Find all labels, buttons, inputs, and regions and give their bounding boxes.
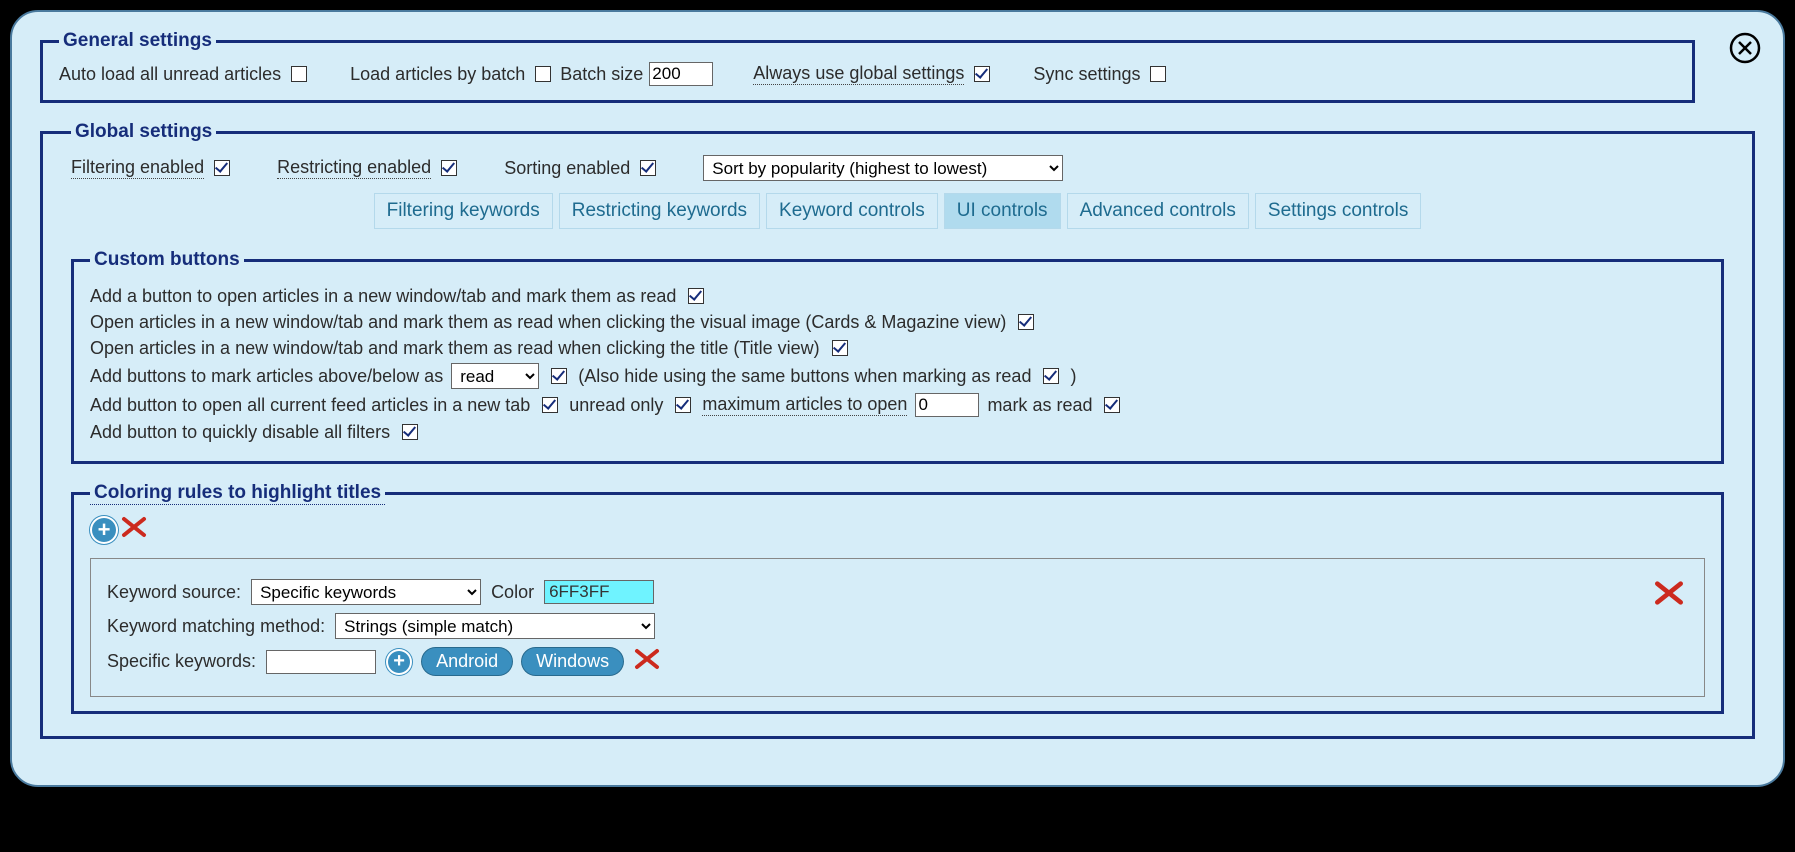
sync-settings-checkbox[interactable]: [1150, 66, 1166, 82]
x-icon: [120, 515, 148, 539]
settings-panel: General settings Auto load all unread ar…: [10, 10, 1785, 787]
coloring-rules-legend: Coloring rules to highlight titles: [90, 482, 385, 505]
always-global-label: Always use global settings: [753, 63, 964, 85]
tab-ui-controls[interactable]: UI controls: [944, 193, 1061, 229]
specific-keywords-input[interactable]: [266, 650, 376, 674]
coloring-rule: Keyword source: Specific keywords Color …: [90, 558, 1705, 697]
cb-open-all-label: Add button to open all current feed arti…: [90, 395, 530, 416]
cb-open-new-tab-label: Add a button to open articles in a new w…: [90, 286, 676, 307]
cb-also-hide-label: (Also hide using the same buttons when m…: [578, 366, 1031, 387]
sort-select[interactable]: Sort by popularity (highest to lowest): [703, 155, 1063, 181]
cb-open-all-checkbox[interactable]: [542, 397, 558, 413]
sync-settings-label: Sync settings: [1033, 64, 1140, 85]
cb-mark-as-read-label: mark as read: [987, 395, 1092, 416]
cb-visual-click-checkbox[interactable]: [1018, 314, 1034, 330]
color-label: Color: [491, 582, 534, 603]
keyword-pill[interactable]: Android: [422, 648, 512, 675]
keyword-source-select[interactable]: Specific keywords: [251, 579, 481, 605]
auto-load-label: Auto load all unread articles: [59, 64, 281, 85]
keyword-source-label: Keyword source:: [107, 582, 241, 603]
plus-icon: +: [98, 517, 111, 543]
cb-also-hide-checkbox[interactable]: [1043, 368, 1059, 384]
cb-disable-filters-label: Add button to quickly disable all filter…: [90, 422, 390, 443]
plus-icon: +: [393, 650, 405, 673]
cb-unread-only-label: unread only: [569, 395, 663, 416]
cb-title-click-label: Open articles in a new window/tab and ma…: [90, 338, 820, 359]
cb-visual-click-label: Open articles in a new window/tab and ma…: [90, 312, 1006, 333]
color-input[interactable]: [544, 580, 654, 604]
delete-rule-button[interactable]: [1652, 579, 1686, 612]
coloring-rules-fieldset: Coloring rules to highlight titles +: [71, 482, 1724, 714]
restricting-enabled-checkbox[interactable]: [441, 160, 457, 176]
general-settings-fieldset: General settings Auto load all unread ar…: [40, 30, 1695, 103]
custom-buttons-legend: Custom buttons: [90, 249, 244, 271]
cb-mark-as-read-checkbox[interactable]: [1104, 397, 1120, 413]
tab-advanced-controls[interactable]: Advanced controls: [1067, 193, 1249, 229]
load-batch-checkbox[interactable]: [535, 66, 551, 82]
add-rule-button[interactable]: +: [90, 516, 118, 544]
cb-unread-only-checkbox[interactable]: [675, 397, 691, 413]
tab-bar: Filtering keywords Restricting keywords …: [71, 193, 1724, 229]
close-button[interactable]: [1729, 32, 1761, 64]
cb-mark-above-below-label: Add buttons to mark articles above/below…: [90, 366, 443, 387]
mark-as-select[interactable]: read: [451, 363, 539, 389]
always-global-checkbox[interactable]: [974, 66, 990, 82]
batch-size-label: Batch size: [560, 64, 643, 85]
load-batch-label: Load articles by batch: [350, 64, 525, 85]
custom-buttons-fieldset: Custom buttons Add a button to open arti…: [71, 249, 1724, 464]
x-icon: [633, 647, 661, 671]
clear-rules-button[interactable]: [120, 515, 148, 544]
x-icon: [1652, 579, 1686, 607]
cb-mark-above-below-checkbox[interactable]: [551, 368, 567, 384]
tab-filtering-keywords[interactable]: Filtering keywords: [374, 193, 553, 229]
tab-keyword-controls[interactable]: Keyword controls: [766, 193, 938, 229]
batch-size-input[interactable]: [649, 62, 713, 86]
filtering-enabled-label: Filtering enabled: [71, 157, 204, 179]
sorting-enabled-label: Sorting enabled: [504, 158, 630, 179]
global-settings-fieldset: Global settings Filtering enabled Restri…: [40, 121, 1755, 739]
add-keyword-button[interactable]: +: [386, 649, 412, 675]
max-articles-input[interactable]: [915, 393, 979, 417]
specific-keywords-label: Specific keywords:: [107, 651, 256, 672]
close-icon: [1729, 32, 1761, 64]
cb-title-click-checkbox[interactable]: [832, 340, 848, 356]
cb-disable-filters-checkbox[interactable]: [402, 424, 418, 440]
tab-settings-controls[interactable]: Settings controls: [1255, 193, 1421, 229]
clear-keywords-button[interactable]: [633, 647, 661, 676]
keyword-matching-select[interactable]: Strings (simple match): [335, 613, 655, 639]
global-settings-legend: Global settings: [71, 121, 216, 143]
cb-also-hide-close: ): [1070, 366, 1076, 387]
keyword-matching-label: Keyword matching method:: [107, 616, 325, 637]
auto-load-checkbox[interactable]: [291, 66, 307, 82]
filtering-enabled-checkbox[interactable]: [214, 160, 230, 176]
tab-restricting-keywords[interactable]: Restricting keywords: [559, 193, 760, 229]
sorting-enabled-checkbox[interactable]: [640, 160, 656, 176]
keyword-pill[interactable]: Windows: [522, 648, 623, 675]
general-settings-legend: General settings: [59, 30, 216, 52]
cb-open-new-tab-checkbox[interactable]: [688, 288, 704, 304]
restricting-enabled-label: Restricting enabled: [277, 157, 431, 179]
cb-max-articles-label: maximum articles to open: [702, 394, 907, 416]
